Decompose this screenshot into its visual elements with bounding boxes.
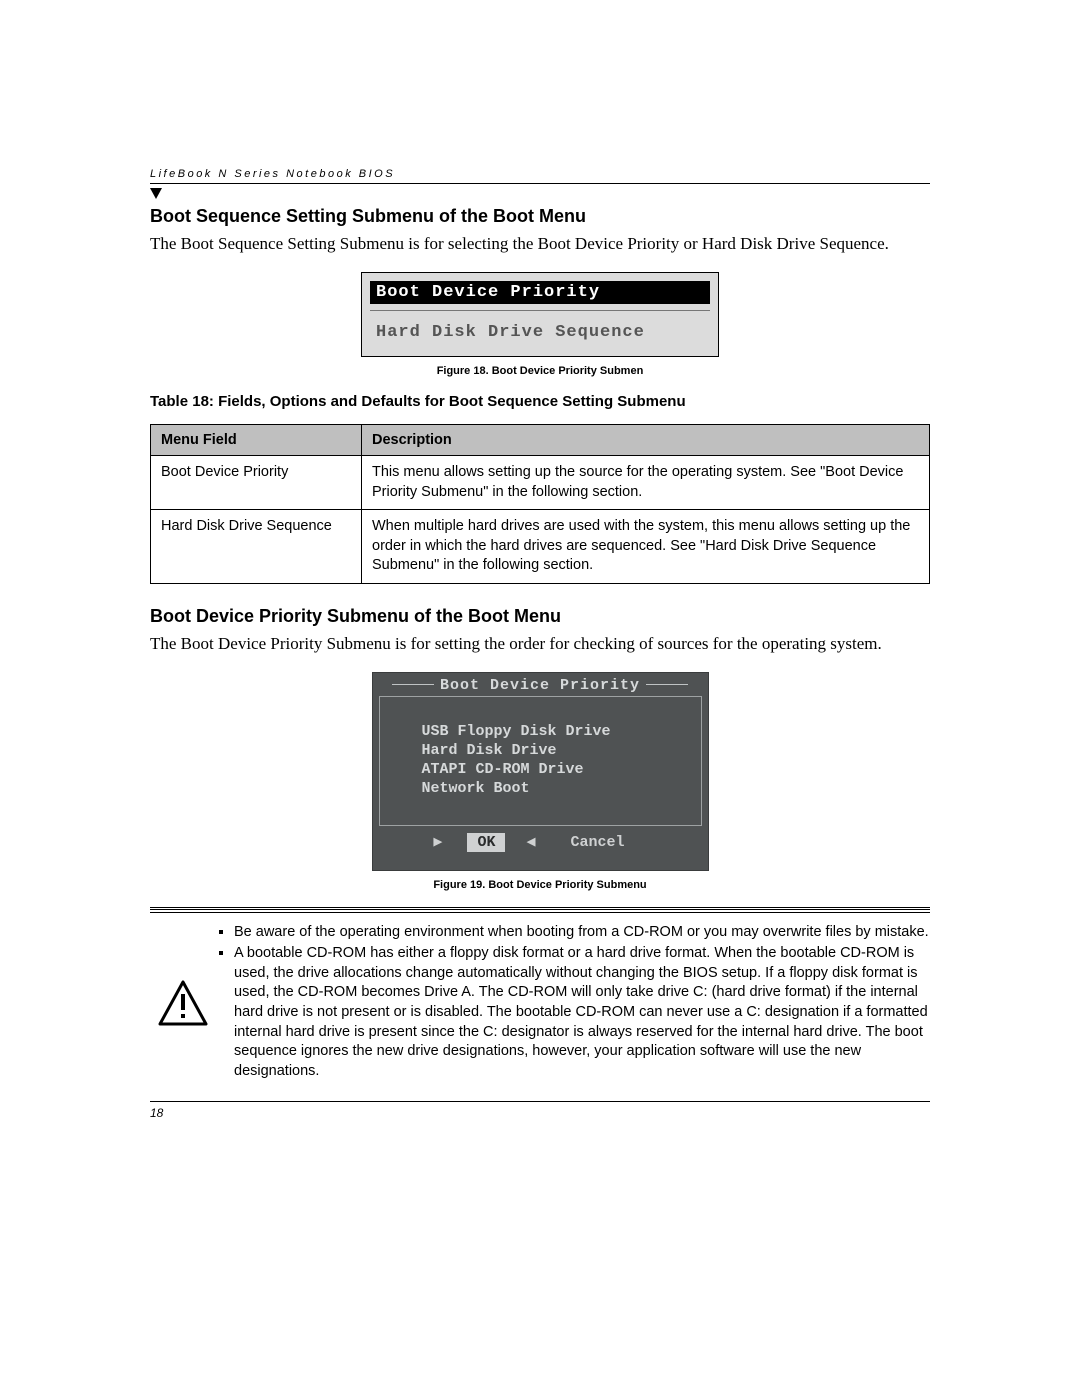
cell-field: Boot Device Priority (151, 455, 362, 509)
section-body-boot-sequence: The Boot Sequence Setting Submenu is for… (150, 233, 930, 256)
table-18-caption: Table 18: Fields, Options and Defaults f… (150, 393, 930, 410)
fig19-list: USB Floppy Disk Drive Hard Disk Drive AT… (379, 696, 702, 826)
page-number: 18 (150, 1101, 930, 1120)
cell-desc: When multiple hard drives are used with … (362, 510, 930, 584)
table-18: Menu Field Description Boot Device Prior… (150, 424, 930, 584)
horizontal-double-rule (150, 907, 930, 913)
cancel-button[interactable]: Cancel (561, 833, 635, 852)
section-title-boot-device-priority: Boot Device Priority Submenu of the Boot… (150, 606, 930, 627)
table-header-description: Description (362, 424, 930, 455)
cell-field: Hard Disk Drive Sequence (151, 510, 362, 584)
fig19-item: Network Boot (422, 780, 681, 797)
figure-18-box: Boot Device Priority Hard Disk Drive Seq… (361, 272, 719, 357)
header-arrow-icon (150, 188, 162, 199)
pointer-left-icon: ◀ (527, 832, 536, 851)
fig19-button-row: ▶ OK ◀ Cancel (373, 832, 708, 870)
warning-block: Be aware of the operating environment wh… (150, 923, 930, 1084)
table-header-menu-field: Menu Field (151, 424, 362, 455)
figure-18-caption: Figure 18. Boot Device Priority Submen (150, 365, 930, 377)
warning-bullet: Be aware of the operating environment wh… (234, 923, 930, 943)
fig18-other-item: Hard Disk Drive Sequence (370, 321, 710, 344)
fig18-selected-item: Boot Device Priority (370, 281, 710, 304)
warning-icon (150, 923, 216, 1084)
section-body-boot-device-priority: The Boot Device Priority Submenu is for … (150, 633, 930, 656)
cell-desc: This menu allows setting up the source f… (362, 455, 930, 509)
table-row: Hard Disk Drive Sequence When multiple h… (151, 510, 930, 584)
warning-bullet: A bootable CD-ROM has either a floppy di… (234, 944, 930, 1081)
warning-bullets: Be aware of the operating environment wh… (216, 923, 930, 1084)
fig19-item: USB Floppy Disk Drive (422, 723, 681, 740)
fig19-item: Hard Disk Drive (422, 742, 681, 759)
ok-button[interactable]: OK (467, 833, 505, 852)
table-row: Boot Device Priority This menu allows se… (151, 455, 930, 509)
fig19-item: ATAPI CD-ROM Drive (422, 761, 681, 778)
pointer-right-icon: ▶ (433, 832, 442, 851)
figure-19-caption: Figure 19. Boot Device Priority Submenu (150, 879, 930, 891)
figure-19-box: Boot Device Priority USB Floppy Disk Dri… (372, 672, 709, 871)
fig18-separator (370, 310, 710, 311)
section-title-boot-sequence: Boot Sequence Setting Submenu of the Boo… (150, 206, 930, 227)
running-header: LifeBook N Series Notebook BIOS (150, 168, 930, 184)
fig19-title: Boot Device Priority (373, 673, 708, 696)
